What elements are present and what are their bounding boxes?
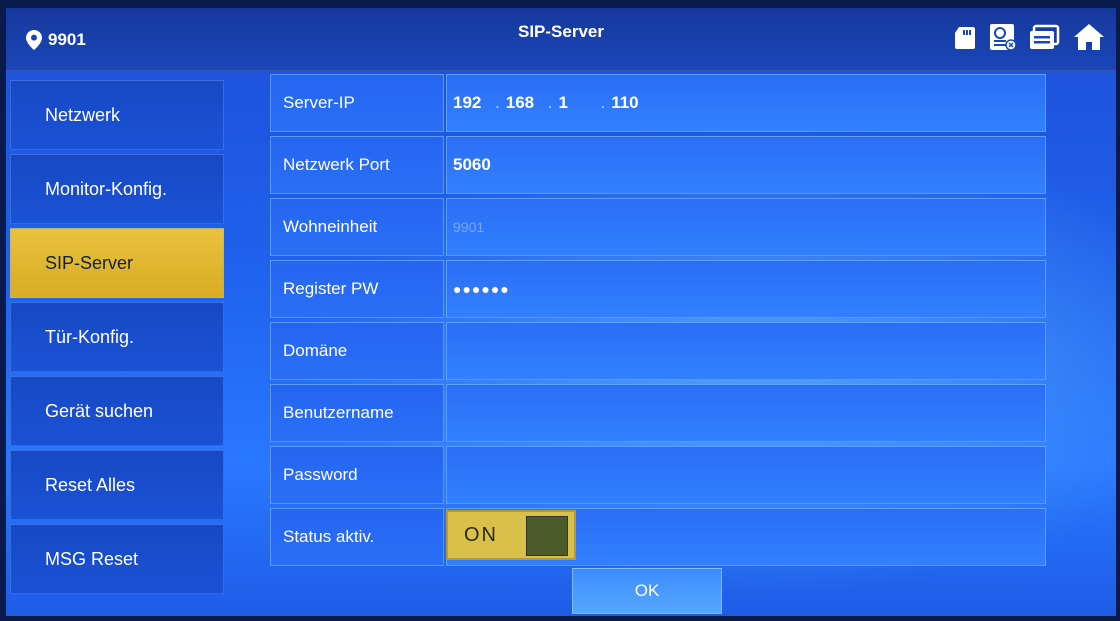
sidebar-item-netzwerk[interactable]: Netzwerk: [10, 80, 224, 150]
ip-separator: .: [495, 93, 500, 112]
unit-label: Wohneinheit: [270, 198, 444, 256]
ip-separator: .: [547, 93, 553, 112]
home-icon[interactable]: [1072, 22, 1106, 57]
port-label: Netzwerk Port: [270, 136, 444, 194]
sidebar-item-label: Gerät suchen: [45, 400, 154, 421]
sidebar-item-label: Tür-Konfig.: [45, 326, 135, 347]
sidebar-item-geraet-suchen[interactable]: Gerät suchen: [10, 376, 224, 446]
sidebar-item-label: SIP-Server: [45, 252, 134, 273]
status-row: Status aktiv. ON: [270, 508, 1046, 566]
domain-field[interactable]: [446, 322, 1046, 380]
ip-separator: .: [600, 93, 606, 112]
port-row: Netzwerk Port 5060: [270, 136, 1046, 194]
page-title: SIP-Server: [518, 22, 604, 41]
password-label: Password: [270, 446, 444, 504]
toggle-text: ON: [464, 523, 498, 546]
server-ip-label: Server-IP: [270, 74, 444, 132]
sidebar-item-label: MSG Reset: [45, 548, 139, 569]
domain-label: Domäne: [270, 322, 444, 380]
sidebar-item-label: Reset Alles: [45, 474, 136, 495]
sd-card-icon: [952, 24, 978, 55]
status-label: Status aktiv.: [270, 508, 444, 566]
unit-field: 9901: [446, 198, 1046, 256]
record-icon[interactable]: [1028, 23, 1062, 56]
password-field[interactable]: [446, 446, 1046, 504]
sidebar-item-sip-server[interactable]: SIP-Server: [10, 228, 224, 298]
status-toggle[interactable]: ON: [446, 510, 576, 560]
sidebar-item-monitor-konfig[interactable]: Monitor-Konfig.: [10, 154, 224, 224]
ip-octet-1[interactable]: 192: [453, 93, 491, 113]
register-pw-row: Register PW ●●●●●●: [270, 260, 1046, 318]
status-icons: [952, 22, 1106, 57]
message-icon[interactable]: [988, 22, 1018, 57]
register-pw-label: Register PW: [270, 260, 444, 318]
domain-row: Domäne: [270, 322, 1046, 380]
ip-octet-4[interactable]: 110: [611, 93, 649, 113]
port-field[interactable]: 5060: [446, 136, 1046, 194]
sidebar-item-label: Netzwerk: [45, 104, 121, 125]
sidebar-item-reset-alles[interactable]: Reset Alles: [10, 450, 224, 520]
sidebar-item-tuer-konfig[interactable]: Tür-Konfig.: [10, 302, 224, 372]
register-pw-field[interactable]: ●●●●●●: [446, 260, 1046, 318]
server-ip-field[interactable]: 192. 168. 1. 110: [446, 74, 1046, 132]
sidebar-item-label: Monitor-Konfig.: [45, 178, 168, 199]
ip-octet-2[interactable]: 168: [506, 93, 544, 113]
ok-button[interactable]: OK: [572, 568, 722, 614]
sidebar-item-msg-reset[interactable]: MSG Reset: [10, 524, 224, 594]
password-row: Password: [270, 446, 1046, 504]
username-row: Benutzername: [270, 384, 1046, 442]
unit-row: Wohneinheit 9901: [270, 198, 1046, 256]
ip-octet-3[interactable]: 1: [558, 93, 596, 113]
toggle-knob: [526, 516, 568, 556]
username-field[interactable]: [446, 384, 1046, 442]
top-bar: 9901 SIP-Server: [6, 8, 1116, 71]
username-label: Benutzername: [270, 384, 444, 442]
server-ip-row: Server-IP 192. 168. 1. 110: [270, 74, 1046, 132]
sip-settings-screen: 9901 SIP-Server Netzwerk Monitor-Konfig.…: [6, 8, 1116, 616]
